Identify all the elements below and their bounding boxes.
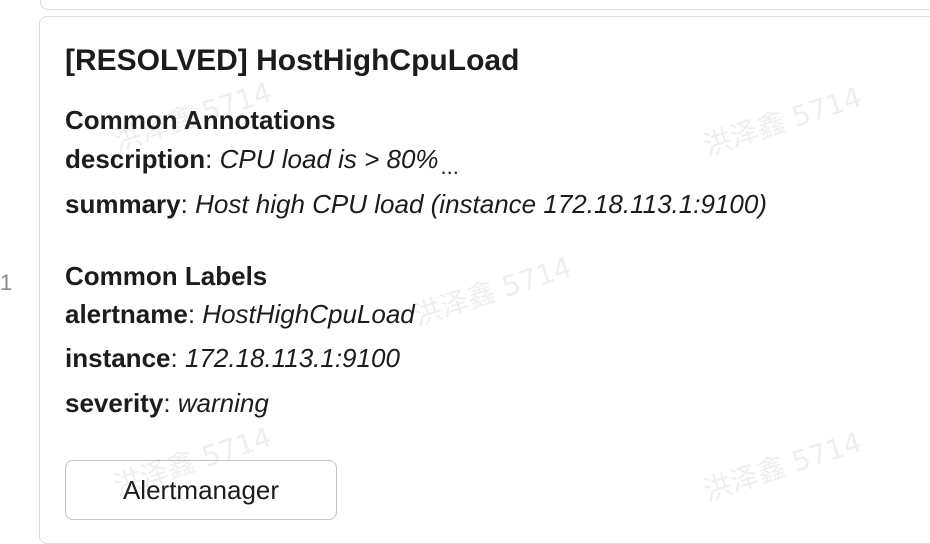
- annotation-separator: :: [180, 189, 196, 219]
- alert-title: [RESOLVED] HostHighCpuLoad: [65, 44, 520, 77]
- label-row-severity: severity: warning: [65, 388, 269, 419]
- previous-message-card: [40, 0, 930, 10]
- labels-heading: Common Labels: [65, 261, 268, 291]
- label-key: severity: [65, 388, 164, 418]
- annotation-row-summary: summary: Host high CPU load (instance 17…: [65, 189, 767, 220]
- label-value: warning: [177, 388, 269, 418]
- message-view: 1 [RESOLVED] HostHighCpuLoad Common Anno…: [0, 0, 930, 544]
- label-separator: :: [163, 388, 178, 418]
- alert-message-card: [RESOLVED] HostHighCpuLoad Common Annota…: [39, 16, 930, 544]
- label-value: 172.18.113.1:9100: [184, 343, 400, 373]
- label-value: HostHighCpuLoad: [202, 299, 415, 329]
- label-separator: :: [170, 343, 185, 373]
- annotation-separator: :: [205, 144, 220, 174]
- gutter-line-number: 1: [0, 270, 13, 295]
- annotation-value: CPU load is > 80%: [219, 144, 439, 174]
- alertmanager-button[interactable]: Alertmanager: [65, 460, 337, 520]
- annotation-value: Host high CPU load (instance 172.18.113.…: [195, 189, 767, 219]
- label-key: instance: [65, 343, 171, 373]
- label-row-alertname: alertname: HostHighCpuLoad: [65, 299, 415, 330]
- annotation-key: description: [65, 144, 206, 174]
- label-key: alertname: [65, 299, 188, 329]
- truncation-ellipsis[interactable]: ...: [441, 154, 459, 179]
- label-separator: :: [187, 299, 203, 329]
- annotations-heading: Common Annotations: [65, 105, 336, 135]
- label-row-instance: instance: 172.18.113.1:9100: [65, 343, 400, 374]
- annotation-row-description: description: CPU load is > 80%...: [65, 144, 459, 179]
- annotation-key: summary: [65, 189, 181, 219]
